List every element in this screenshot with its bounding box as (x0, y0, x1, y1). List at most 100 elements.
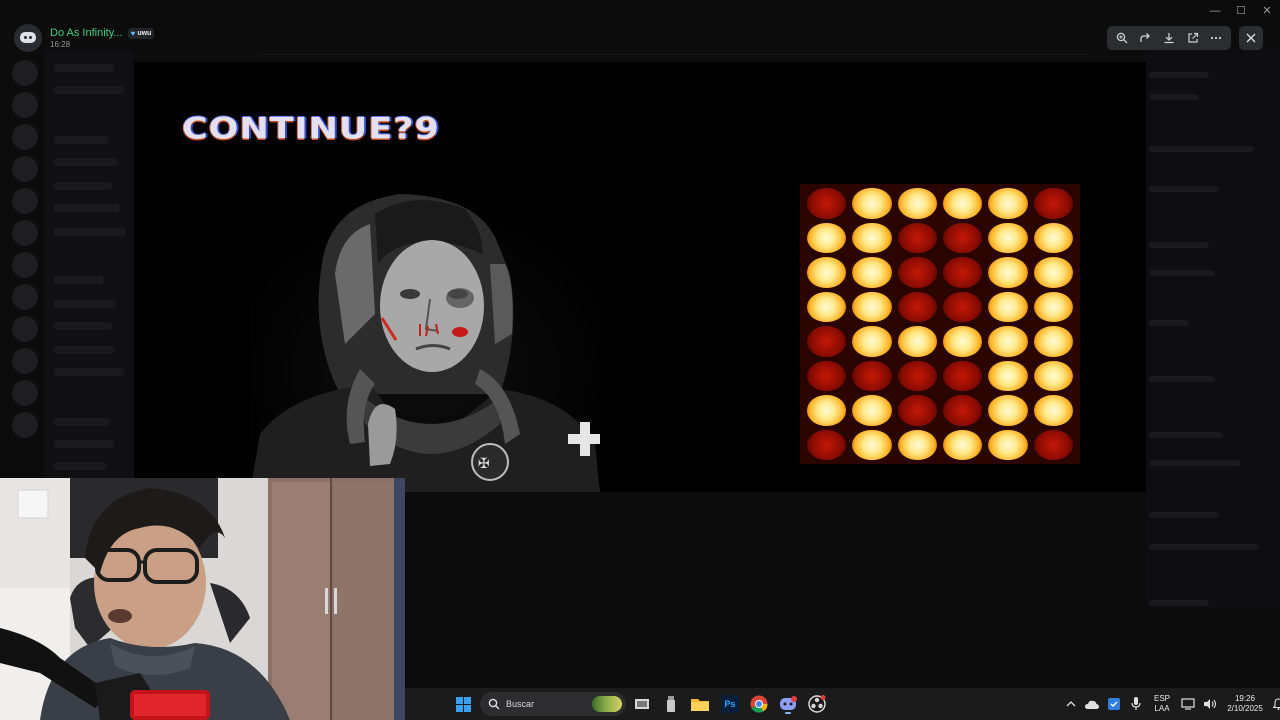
zoom-icon[interactable] (1111, 28, 1133, 48)
media-toolbar (1107, 26, 1231, 50)
task-view-icon[interactable] (631, 693, 653, 715)
screen: — ☐ ✕ Do As Infinity... ♥ uwu 16:28 CONT… (0, 0, 1280, 720)
server-icon[interactable] (12, 252, 38, 278)
media-author: Do As Infinity... ♥ uwu 16:28 (14, 24, 155, 52)
channel-item[interactable] (54, 204, 120, 212)
avatar[interactable] (14, 24, 42, 52)
unlit-dot (897, 222, 937, 253)
lit-dot (988, 395, 1028, 426)
channel-item[interactable] (54, 418, 110, 426)
lit-dot (1033, 257, 1073, 288)
member-item[interactable] (1149, 320, 1189, 326)
discord-icon[interactable] (777, 693, 799, 715)
channel-item[interactable] (54, 300, 116, 308)
channel-list (44, 50, 134, 480)
channel-item[interactable] (54, 322, 112, 330)
network-icon[interactable] (1177, 693, 1199, 715)
language-indicator[interactable]: ESP LAA (1147, 694, 1177, 714)
server-icon[interactable] (12, 316, 38, 342)
window-close-button[interactable]: ✕ (1254, 0, 1280, 22)
media-viewer-image[interactable]: CONTINUE?9 ✠ (134, 62, 1146, 492)
channel-item[interactable] (54, 440, 114, 448)
close-viewer-button[interactable] (1239, 26, 1263, 50)
lit-dot (897, 429, 937, 460)
channel-item[interactable] (54, 276, 104, 284)
server-tag-text: uwu (137, 29, 152, 37)
member-item[interactable] (1149, 600, 1209, 606)
member-item[interactable] (1149, 376, 1215, 382)
server-icon[interactable] (12, 284, 38, 310)
usb-drive-icon[interactable] (660, 693, 682, 715)
chevron-up-icon[interactable] (1061, 693, 1081, 715)
channel-item[interactable] (54, 368, 124, 376)
maximize-button[interactable]: ☐ (1228, 0, 1254, 22)
member-item[interactable] (1149, 72, 1209, 78)
photoshop-icon[interactable]: Ps (719, 693, 741, 715)
microphone-icon[interactable] (1125, 693, 1147, 715)
author-line: Do As Infinity... ♥ uwu (50, 27, 155, 39)
lit-dot (1033, 291, 1073, 322)
unlit-dot (942, 395, 983, 426)
channel-item[interactable] (54, 136, 109, 144)
file-explorer-icon[interactable] (689, 693, 711, 715)
member-item[interactable] (1149, 186, 1219, 192)
unlit-dot (897, 291, 937, 322)
member-item[interactable] (1149, 544, 1259, 550)
member-item[interactable] (1149, 270, 1215, 276)
security-icon[interactable] (1103, 693, 1125, 715)
download-icon[interactable] (1158, 28, 1180, 48)
unlit-dot (897, 257, 937, 288)
member-item[interactable] (1149, 94, 1199, 100)
onedrive-icon[interactable] (1081, 693, 1103, 715)
channel-item[interactable] (54, 64, 114, 72)
server-icon[interactable] (12, 412, 38, 438)
more-icon[interactable] (1205, 28, 1227, 48)
message-timestamp: 16:28 (50, 40, 71, 49)
lit-dot (807, 257, 847, 288)
channel-item[interactable] (54, 86, 124, 94)
search-placeholder: Buscar (506, 699, 535, 709)
server-icon[interactable] (12, 156, 38, 182)
member-item[interactable] (1149, 432, 1223, 438)
server-icon[interactable] (12, 60, 38, 86)
photoshop-label: Ps (721, 695, 739, 713)
server-tag: ♥ uwu (127, 27, 155, 39)
channel-item[interactable] (54, 462, 106, 470)
server-icon[interactable] (12, 348, 38, 374)
lit-dot (942, 326, 983, 357)
channel-item[interactable] (54, 228, 126, 236)
author-name[interactable]: Do As Infinity... (50, 27, 123, 39)
open-external-icon[interactable] (1182, 28, 1204, 48)
server-icon[interactable] (12, 92, 38, 118)
taskbar-search-box[interactable]: Buscar (480, 692, 626, 716)
obs-icon[interactable] (806, 693, 828, 715)
clock-time: 19:26 (1234, 694, 1256, 703)
lit-dot (897, 326, 937, 357)
clock[interactable]: 19:26 2/10/2025 (1221, 694, 1269, 714)
active-app-indicator (785, 712, 791, 714)
member-item[interactable] (1149, 512, 1219, 518)
chrome-icon[interactable] (748, 693, 770, 715)
window-controls: — ☐ ✕ (1202, 0, 1280, 22)
windows-taskbar: Buscar Ps ESP LAA 19:26 2/10/2025 (405, 688, 1280, 720)
member-item[interactable] (1149, 146, 1254, 152)
volume-icon[interactable] (1199, 693, 1221, 715)
server-icon[interactable] (12, 188, 38, 214)
notification-bell-icon[interactable] (1269, 693, 1280, 715)
author-info: Do As Infinity... ♥ uwu 16:28 (50, 27, 155, 49)
lit-dot (988, 429, 1028, 460)
server-icon[interactable] (12, 124, 38, 150)
server-icon[interactable] (12, 220, 38, 246)
channel-item[interactable] (54, 346, 114, 354)
channel-item[interactable] (54, 182, 112, 190)
lit-dot (852, 257, 892, 288)
windows-start-icon[interactable] (452, 693, 474, 715)
minimize-button[interactable]: — (1202, 0, 1228, 22)
member-item[interactable] (1149, 460, 1241, 466)
server-icon[interactable] (12, 380, 38, 406)
channel-item[interactable] (54, 158, 118, 166)
forward-icon[interactable] (1134, 28, 1156, 48)
member-item[interactable] (1149, 242, 1209, 248)
person-photo: ✠ (250, 194, 600, 492)
lit-dot (1033, 395, 1073, 426)
